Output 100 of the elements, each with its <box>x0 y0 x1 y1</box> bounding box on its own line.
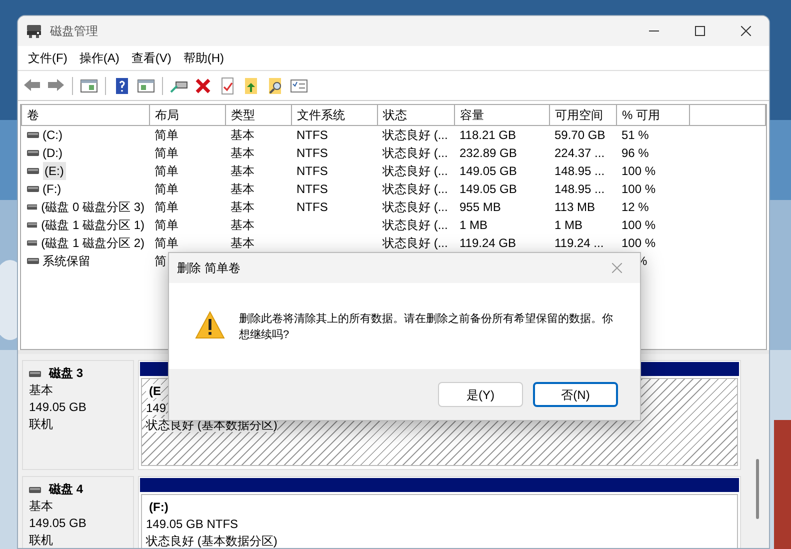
drive-icon <box>26 167 38 175</box>
table-cell: 简单 <box>154 236 178 250</box>
disk-size: 149.05 GB <box>29 515 88 532</box>
drive-icon <box>26 149 38 157</box>
table-cell: 简 <box>154 254 166 268</box>
folder-search-icon[interactable] <box>266 76 284 94</box>
pane-icon[interactable] <box>80 76 98 94</box>
checklist-icon[interactable] <box>290 76 308 94</box>
column-header[interactable]: 文件系统 <box>292 105 378 126</box>
column-header[interactable]: % 可用 <box>616 105 690 126</box>
dialog-title: 删除 简单卷 <box>177 260 240 277</box>
volume-name[interactable]: 系统保留 <box>42 252 90 270</box>
partition-label: (F:) <box>148 500 168 514</box>
partition-size: 149.05 GB NTFS <box>146 517 238 531</box>
dialog-button[interactable]: 是(Y) <box>438 382 523 407</box>
table-cell: 状态良好 (... <box>382 200 448 214</box>
volume-name[interactable]: (磁盘 1 磁盘分区 1) <box>41 216 144 234</box>
table-cell: 1 MB <box>460 218 488 232</box>
warning-icon <box>195 311 225 339</box>
help-icon[interactable] <box>113 76 131 94</box>
table-cell: 119.24 GB <box>460 236 516 250</box>
table-cell: 基本 <box>230 236 254 250</box>
dialog-message: 删除此卷将清除其上的所有数据。请在删除之前备份所有希望保留的数据。你想继续吗? <box>239 312 614 343</box>
delete-icon[interactable] <box>194 76 212 94</box>
disk-state: 联机 <box>29 532 54 548</box>
table-cell: 基本 <box>230 146 254 160</box>
disk-type: 基本 <box>29 498 54 515</box>
maximize-icon <box>695 26 705 36</box>
table-cell: 113 MB <box>554 200 595 214</box>
table-cell: 状态良好 (... <box>382 236 448 250</box>
drive-icon <box>29 486 41 494</box>
table-cell: NTFS <box>296 164 328 178</box>
volume-name[interactable]: (F:) <box>42 180 62 198</box>
column-header[interactable]: 状态 <box>378 105 454 126</box>
table-cell: NTFS <box>296 200 328 214</box>
table-cell: 简单 <box>154 128 178 142</box>
drive-icon <box>26 239 38 247</box>
table-cell: 简单 <box>154 182 178 196</box>
drive-icon <box>29 370 41 378</box>
partition-size: 149 <box>146 401 166 415</box>
disk-name: 磁盘 4 <box>49 481 84 498</box>
menu-item[interactable]: 查看(V) <box>125 47 178 69</box>
disk-label-panel[interactable]: 磁盘 3 基本 149.05 GB 联机 <box>22 360 134 470</box>
volume-name[interactable]: (磁盘 1 磁盘分区 2) <box>41 234 144 252</box>
volume-name[interactable]: (D:) <box>42 144 62 162</box>
table-cell: 59.70 GB <box>554 128 606 142</box>
disk-label-panel[interactable]: 磁盘 4 基本 149.05 GB 联机 <box>22 476 134 548</box>
column-header[interactable]: 可用空间 <box>550 105 616 126</box>
partition-label: (E <box>146 384 161 398</box>
volume-name[interactable]: (E:) <box>42 162 66 180</box>
partition-status: 状态良好 (基本数据分区) <box>146 534 278 548</box>
drive-icon <box>26 203 38 211</box>
menu-item[interactable]: 操作(A) <box>73 47 126 69</box>
table-cell: 简单 <box>154 164 178 178</box>
partition-box[interactable]: (F:) 149.05 GB NTFS 状态良好 (基本数据分区) <box>141 494 738 548</box>
drive-icon <box>26 221 38 229</box>
column-header[interactable]: 卷 <box>22 105 150 126</box>
folder-up-icon[interactable] <box>242 76 260 94</box>
menu-item[interactable]: 文件(F) <box>22 47 74 69</box>
table-cell: 96 % <box>622 146 649 160</box>
table-cell: 状态良好 (... <box>382 182 448 196</box>
disk-state: 联机 <box>29 416 54 433</box>
drive-icon <box>26 185 38 193</box>
scrollbar-thumb[interactable] <box>756 459 759 519</box>
table-cell: 955 MB <box>460 200 501 214</box>
column-header[interactable]: 容量 <box>454 105 550 126</box>
table-cell: 状态良好 (... <box>382 146 448 160</box>
dialog-button[interactable]: 否(N) <box>533 382 618 407</box>
table-cell: 状态良好 (... <box>382 218 448 232</box>
volume-name[interactable]: (磁盘 0 磁盘分区 3) <box>41 198 144 216</box>
table-cell: 148.95 ... <box>554 182 605 196</box>
column-header[interactable]: 类型 <box>226 105 292 126</box>
table-cell: 100 % <box>622 218 656 232</box>
menu-item[interactable]: 帮助(H) <box>177 47 230 69</box>
table-cell: 100 % <box>622 236 656 250</box>
pane-icon[interactable] <box>137 76 155 94</box>
table-cell: 224.37 ... <box>554 146 605 160</box>
column-header[interactable]: 布局 <box>150 105 226 126</box>
disk-type: 基本 <box>29 382 54 399</box>
table-cell: 状态良好 (... <box>382 128 448 142</box>
disk-size: 149.05 GB <box>29 399 88 416</box>
window-title: 磁盘管理 <box>50 23 98 40</box>
table-cell: 12 % <box>622 200 649 214</box>
table-cell: 100 % <box>622 164 656 178</box>
close-icon <box>741 26 751 36</box>
disk-management-icon <box>26 24 42 38</box>
table-cell: 100 % <box>622 182 656 196</box>
table-cell: 简单 <box>154 146 178 160</box>
table-cell: NTFS <box>296 146 328 160</box>
table-cell: 149.05 GB <box>460 164 517 178</box>
table-cell: 简单 <box>154 200 178 214</box>
volume-name[interactable]: (C:) <box>42 126 62 144</box>
table-cell: 基本 <box>230 218 254 232</box>
table-cell: 148.95 ... <box>554 164 605 178</box>
table-cell: 基本 <box>230 200 254 214</box>
table-cell: 简单 <box>154 218 178 232</box>
table-cell: 232.89 GB <box>460 146 517 160</box>
table-cell: 51 % <box>622 128 649 142</box>
table-cell: 状态良好 (... <box>382 164 448 178</box>
table-cell: 基本 <box>230 128 254 142</box>
